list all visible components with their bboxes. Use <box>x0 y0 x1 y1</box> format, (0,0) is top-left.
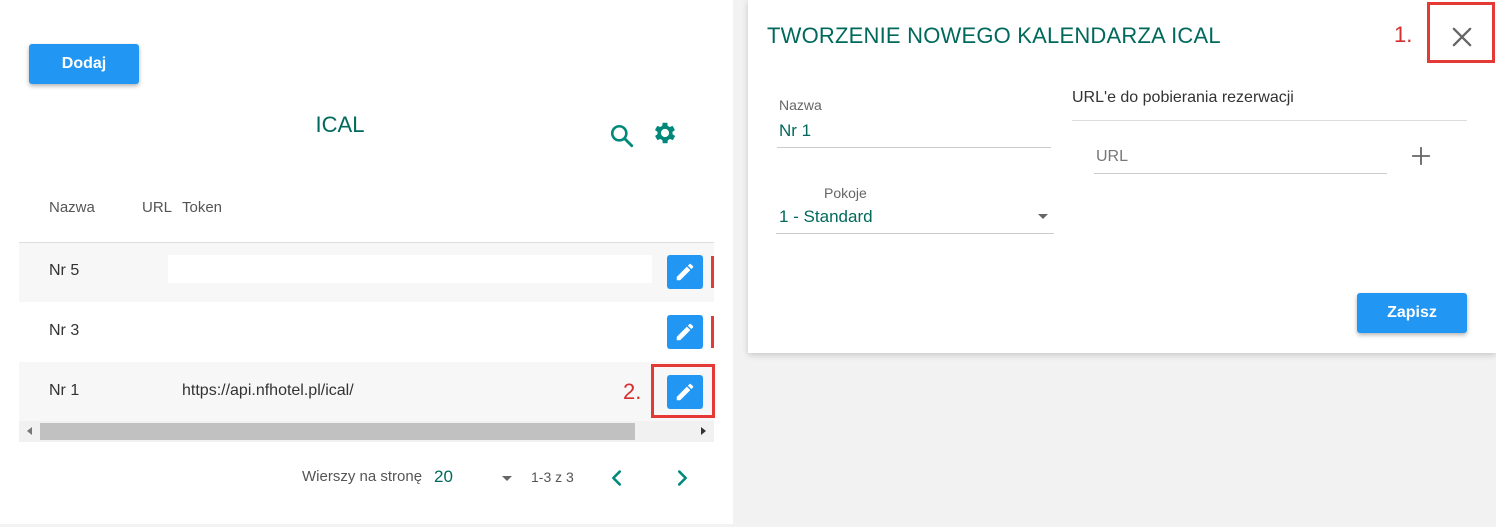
name-field-value[interactable]: Nr 1 <box>779 121 811 141</box>
dialog-title: TWORZENIE NOWEGO KALENDARZA ICAL <box>767 23 1221 48</box>
callout-box-edit <box>651 364 715 418</box>
edit-button[interactable] <box>667 315 703 349</box>
edit-button[interactable] <box>667 255 703 289</box>
list-title: ICAL <box>315 112 365 137</box>
scroll-left-icon[interactable] <box>27 427 32 435</box>
row-url: https://api.nfhotel.pl/ical/ <box>182 382 354 399</box>
table-row[interactable]: Nr 5 <box>19 242 714 302</box>
close-icon[interactable] <box>1448 23 1476 51</box>
table-row[interactable]: Nr 1 https://api.nfhotel.pl/ical/ <box>19 362 714 422</box>
column-header-url[interactable]: URL <box>142 199 172 216</box>
callout-label-edit: 2. <box>623 379 642 404</box>
previous-page-icon[interactable] <box>606 466 628 490</box>
callout-label-close: 1. <box>1394 22 1413 47</box>
name-field-underline <box>777 147 1051 148</box>
pencil-icon <box>676 323 694 341</box>
name-field-label: Nazwa <box>779 97 822 113</box>
add-url-icon[interactable] <box>1410 145 1432 167</box>
column-header-name[interactable]: Nazwa <box>49 199 95 216</box>
row-divider <box>19 242 714 243</box>
next-page-icon[interactable] <box>671 466 693 490</box>
table-row[interactable]: Nr 3 <box>19 302 714 362</box>
scrollbar-thumb[interactable] <box>40 423 635 440</box>
chevron-down-icon <box>1038 214 1048 219</box>
url-input-underline <box>1094 173 1387 174</box>
pencil-icon <box>676 263 694 281</box>
rooms-select-label: Pokoje <box>824 185 867 201</box>
page-range: 1-3 z 3 <box>531 469 574 485</box>
column-header-token[interactable]: Token <box>182 199 222 216</box>
save-button[interactable]: Zapisz <box>1357 293 1467 333</box>
delete-button-edge[interactable] <box>711 316 714 348</box>
rooms-select-value[interactable]: 1 - Standard <box>779 207 873 227</box>
add-button[interactable]: Dodaj <box>29 44 139 84</box>
create-ical-dialog: TWORZENIE NOWEGO KALENDARZA ICAL 1. Nazw… <box>748 0 1496 353</box>
row-name: Nr 3 <box>49 322 80 339</box>
rows-per-page-value: 20 <box>434 467 453 486</box>
scroll-right-icon[interactable] <box>701 427 706 435</box>
gear-icon[interactable] <box>651 119 679 147</box>
urls-section-title: URL'e do pobierania rezerwacji <box>1072 89 1294 106</box>
url-input-placeholder[interactable]: URL <box>1096 148 1128 166</box>
chevron-down-icon <box>502 476 512 481</box>
rows-per-page-label: Wierszy na stronę <box>302 468 423 485</box>
ical-list-panel: Dodaj ICAL Nazwa URL Token Nr 5 Nr 3 Nr … <box>0 0 733 524</box>
delete-button-edge[interactable] <box>711 256 714 288</box>
row-url-field <box>168 255 652 283</box>
rows-per-page-select[interactable]: 20 <box>434 467 514 491</box>
urls-section-divider <box>1072 120 1467 121</box>
row-name: Nr 5 <box>49 262 80 279</box>
horizontal-scrollbar[interactable] <box>19 421 714 442</box>
search-icon[interactable] <box>609 123 635 149</box>
rooms-select-underline <box>776 233 1054 234</box>
row-name: Nr 1 <box>49 382 80 399</box>
